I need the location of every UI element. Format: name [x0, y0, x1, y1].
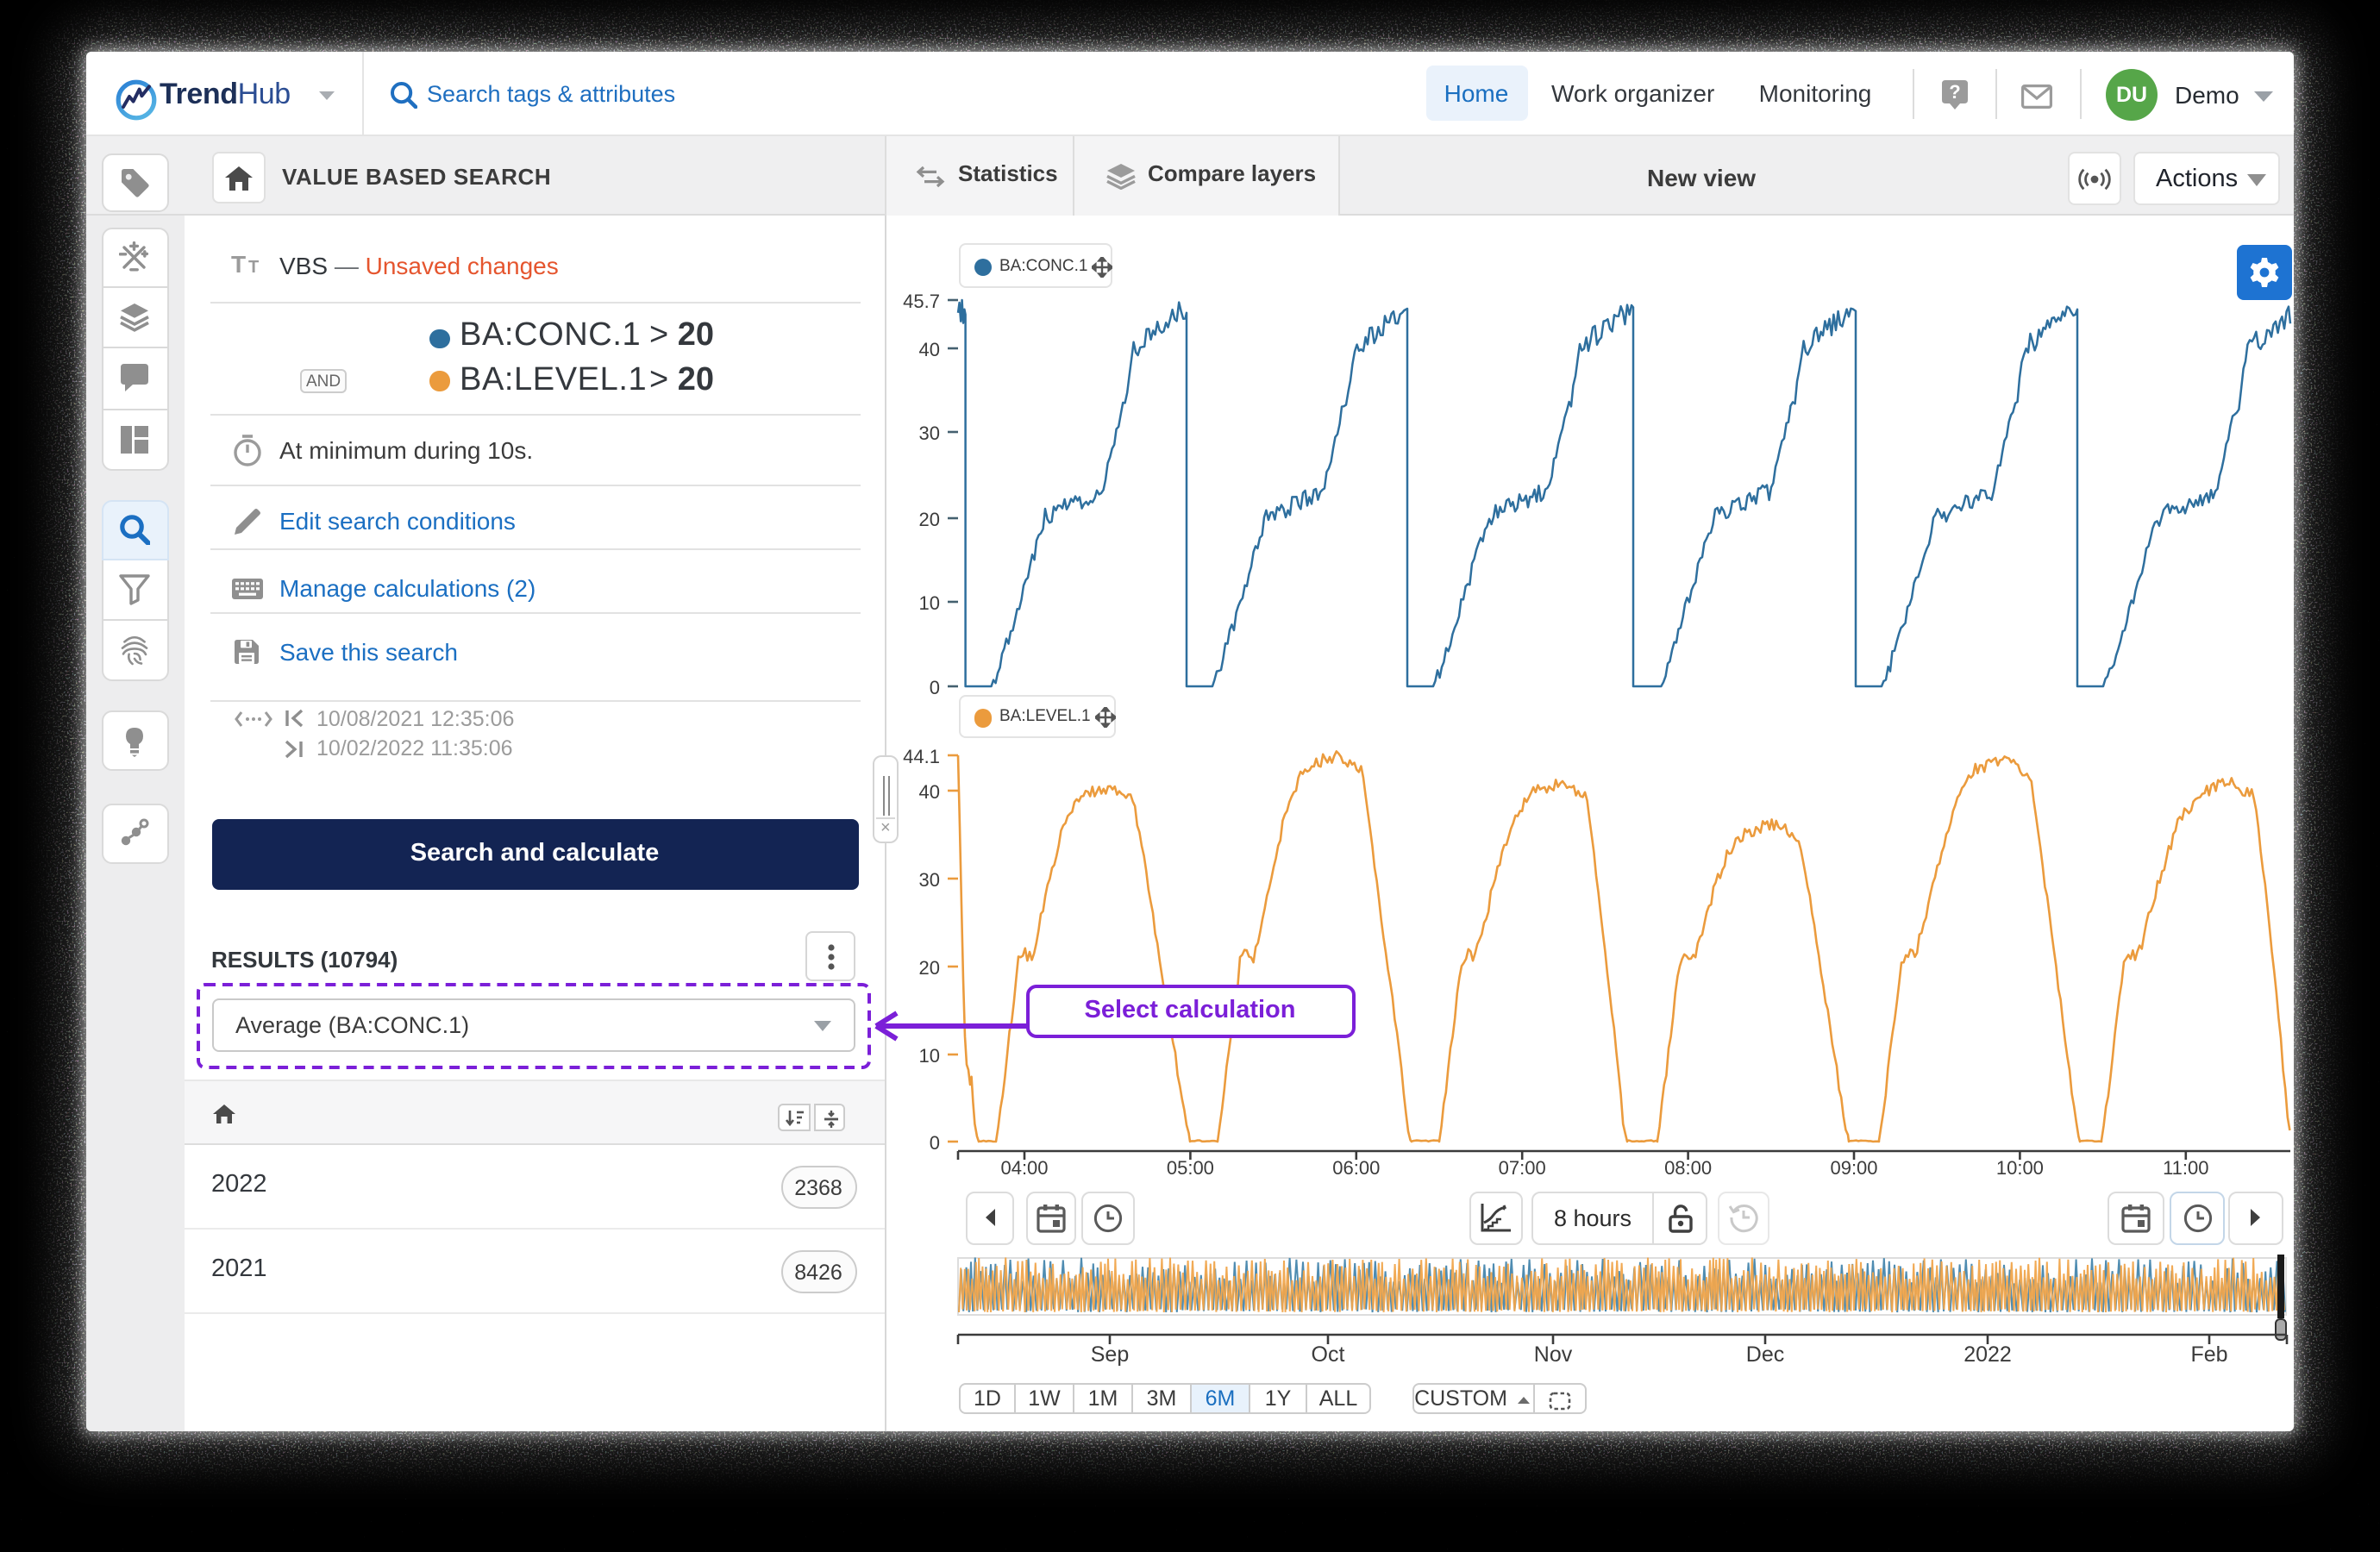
svg-text:07:00: 07:00 [1499, 1157, 1546, 1179]
svg-text:11:00: 11:00 [2163, 1157, 2208, 1179]
svg-text:04:00: 04:00 [1000, 1157, 1048, 1179]
svg-text:08:00: 08:00 [1664, 1157, 1712, 1179]
svg-text:T: T [248, 258, 259, 276]
svg-text:0: 0 [930, 677, 940, 698]
svg-text:40: 40 [919, 781, 940, 803]
svg-text:Nov: Nov [1534, 1342, 1573, 1367]
svg-text:20: 20 [919, 509, 940, 530]
svg-text:45.7: 45.7 [903, 291, 940, 312]
svg-text:10:00: 10:00 [1996, 1157, 2044, 1179]
svg-text:44.1: 44.1 [903, 746, 940, 767]
svg-text:Oct: Oct [1312, 1342, 1345, 1367]
svg-text:30: 30 [919, 422, 940, 444]
svg-text:05:00: 05:00 [1167, 1157, 1214, 1179]
svg-text:Sep: Sep [1091, 1342, 1129, 1367]
svg-text:Dec: Dec [1746, 1342, 1784, 1367]
svg-text:10: 10 [919, 592, 940, 614]
svg-text:30: 30 [919, 869, 940, 891]
svg-text:20: 20 [919, 957, 940, 979]
svg-text:40: 40 [919, 339, 940, 360]
svg-text:T: T [231, 252, 246, 276]
svg-text:?: ? [1948, 81, 1959, 103]
svg-text:06:00: 06:00 [1332, 1157, 1380, 1179]
svg-text:09:00: 09:00 [1830, 1157, 1877, 1179]
svg-text:Feb: Feb [2190, 1342, 2227, 1367]
svg-text:2022: 2022 [1964, 1342, 2012, 1367]
svg-text:0: 0 [930, 1132, 940, 1154]
